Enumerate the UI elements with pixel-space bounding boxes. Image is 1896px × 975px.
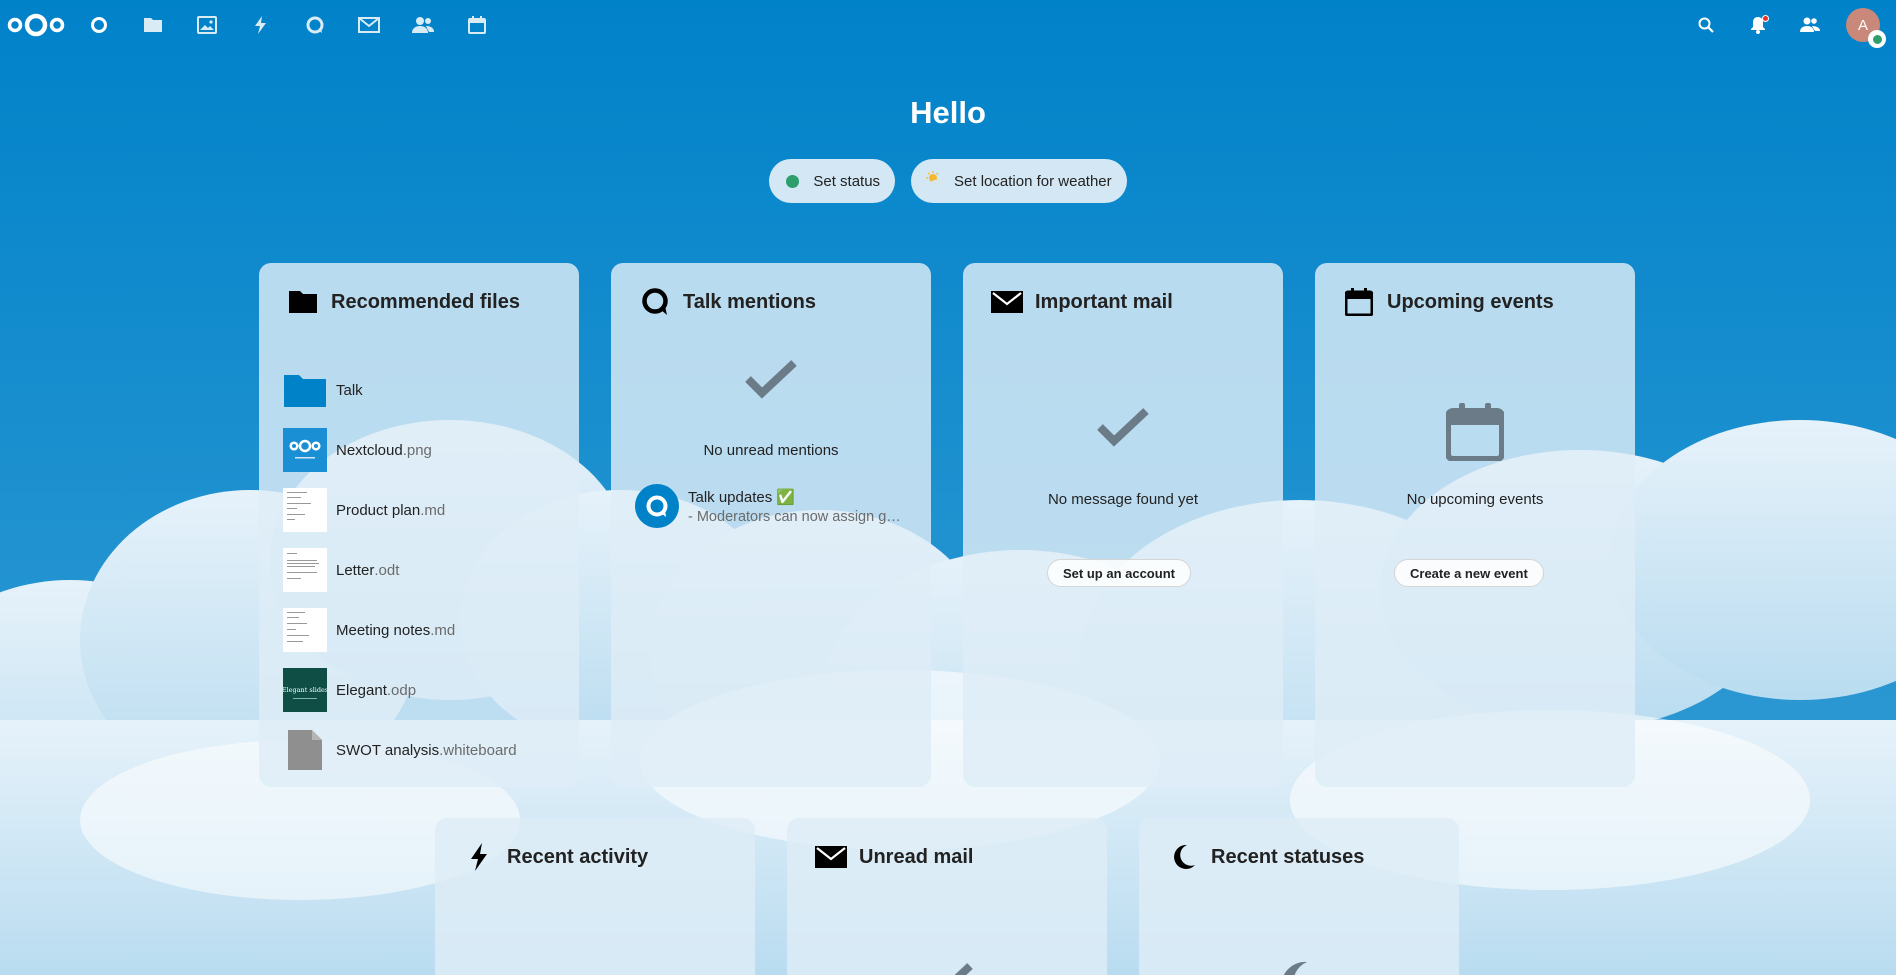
panel-title: Unread mail [859,845,974,868]
folder-thumbnail-icon [283,368,327,412]
mail-icon [815,841,847,873]
panel-title: Recommended files [331,290,520,313]
panel-title: Talk mentions [683,290,816,313]
document-thumbnail [283,548,327,592]
file-name: Letter [336,561,375,579]
calendar-empty-icon [1315,403,1635,461]
important-mail-header: Important mail [991,286,1173,318]
recent-statuses-panel: Recent statuses [1139,818,1459,975]
list-item[interactable]: Letter .odt [283,540,563,600]
create-event-button[interactable]: Create a new event [1394,559,1544,587]
file-name: Elegant [336,681,387,699]
set-status-button[interactable]: Set status [769,159,896,203]
file-name: Meeting notes [336,621,431,639]
talk-item-subtitle: - Moderators can now assign g… [688,508,901,525]
recent-activity-panel: Recent activity [435,818,755,975]
list-item[interactable]: SWOT analysis .whiteboard [283,720,563,780]
mail-icon[interactable] [342,0,396,50]
greeting-title: Hello [910,95,986,130]
important-mail-panel: Important mail No message found yet Set … [963,263,1283,787]
empty-state-text: No unread mentions [703,442,839,459]
moon-empty-icon [1139,958,1459,975]
online-dot-icon [786,174,800,188]
panel-title: Recent statuses [1211,845,1365,868]
talk-conversation-avatar [635,484,679,528]
header-right: A [1680,0,1896,50]
check-icon [611,359,931,401]
online-status-indicator [1868,30,1886,48]
talk-icon [639,286,671,318]
file-ext: .png [402,441,432,459]
empty-state-text: No message found yet [1047,491,1199,508]
lightning-icon[interactable] [234,0,288,50]
user-avatar[interactable]: A [1846,8,1886,48]
list-item[interactable]: Meeting notes .md [283,600,563,660]
avatar-initial: A [1857,16,1868,34]
recommended-files-list: Talk Nextcloud .png Product plan .md Lette… [283,360,563,780]
talk-icon[interactable] [288,0,342,50]
file-ext: .odp [386,681,417,699]
status-row: Set status Set location for weather [0,159,1896,203]
search-icon[interactable] [1680,0,1732,50]
panel-title: Recent activity [507,845,649,868]
file-ext: .md [420,501,446,519]
lightning-icon [463,841,495,873]
file-name: Talk [336,381,363,399]
talk-mentions-panel: Talk mentions No unread mentions Talk up… [611,263,931,787]
folder-icon[interactable] [126,0,180,50]
file-name: SWOT analysis [336,741,440,759]
document-thumbnail [283,488,327,532]
check-icon [787,962,1107,975]
document-thumbnail [283,608,327,652]
set-status-label: Set status [813,172,881,190]
file-ext: .md [430,621,456,639]
recommended-files-panel: Recommended files Talk Nextcloud .png Pro… [259,263,579,787]
file-ext: .whiteboard [439,741,517,759]
list-item[interactable]: Elegant slides Elegant .odp [283,660,563,720]
list-item[interactable]: Product plan .md [283,480,563,540]
set-weather-label: Set location for weather [954,172,1112,190]
presentation-thumbnail-text: Elegant slides [283,686,327,694]
top-header: A [0,0,1896,50]
image-icon[interactable] [180,0,234,50]
contacts-menu-icon[interactable] [1784,0,1836,50]
unread-mail-panel: Unread mail [787,818,1107,975]
talk-mention-item[interactable]: Talk updates ✅ - Moderators can now assi… [635,484,925,528]
weather-sun-icon [926,171,944,191]
unread-mail-header: Unread mail [815,841,973,873]
dashboard-icon[interactable] [72,0,126,50]
panel-title: Upcoming events [1387,290,1554,313]
image-thumbnail [283,428,327,472]
upcoming-events-panel: Upcoming events No upcoming events Creat… [1315,263,1635,787]
recent-activity-header: Recent activity [463,841,648,873]
recommended-files-header: Recommended files [287,286,520,318]
contacts-icon[interactable] [396,0,450,50]
calendar-icon [1343,286,1375,318]
list-item[interactable]: Talk [283,360,563,420]
notification-dot [1762,15,1769,22]
file-ext: .odt [374,561,400,579]
talk-item-title: Talk updates ✅ [688,488,796,506]
panel-title: Important mail [1035,290,1173,313]
file-name: Product plan [336,501,421,519]
folder-icon [287,286,319,318]
notifications-bell-icon[interactable] [1732,0,1784,50]
file-name: Nextcloud [336,441,403,459]
talk-mentions-header: Talk mentions [639,286,816,318]
set-up-account-button[interactable]: Set up an account [1047,559,1191,587]
mail-icon [991,286,1023,318]
generic-file-icon [283,728,327,772]
recent-statuses-header: Recent statuses [1167,841,1364,873]
empty-state-text: No upcoming events [1406,491,1544,508]
app-navigation [72,0,504,50]
presentation-thumbnail: Elegant slides [283,668,327,712]
list-item[interactable]: Nextcloud .png [283,420,563,480]
nextcloud-logo-icon[interactable] [0,0,72,50]
moon-icon [1167,841,1199,873]
upcoming-events-header: Upcoming events [1343,286,1554,318]
calendar-icon[interactable] [450,0,504,50]
check-icon [963,407,1283,449]
set-weather-button[interactable]: Set location for weather [911,159,1127,203]
